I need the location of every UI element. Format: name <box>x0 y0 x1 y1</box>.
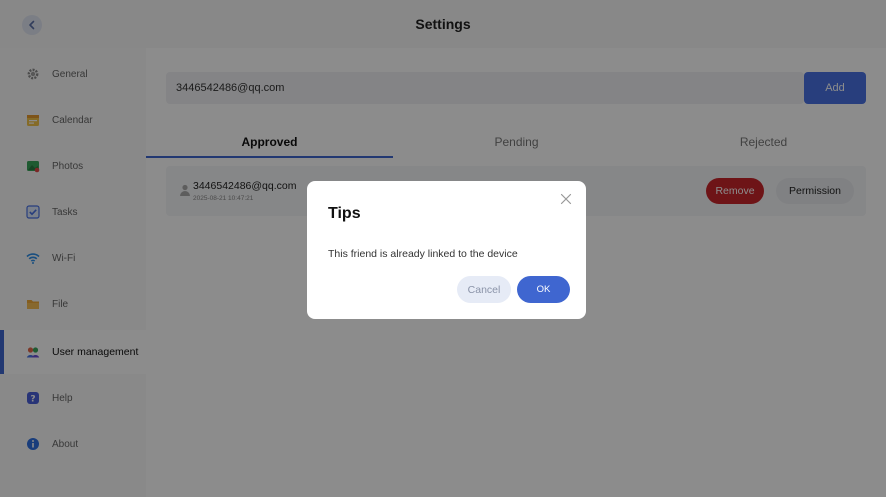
settings-app: Settings General Calendar Photos Tasks W… <box>0 0 886 497</box>
cancel-button[interactable]: Cancel <box>457 276 511 303</box>
dialog-title: Tips <box>328 205 361 222</box>
ok-button[interactable]: OK <box>517 276 570 303</box>
close-icon[interactable] <box>560 193 572 205</box>
tips-dialog: Tips This friend is already linked to th… <box>307 181 586 319</box>
dialog-message: This friend is already linked to the dev… <box>328 248 518 260</box>
